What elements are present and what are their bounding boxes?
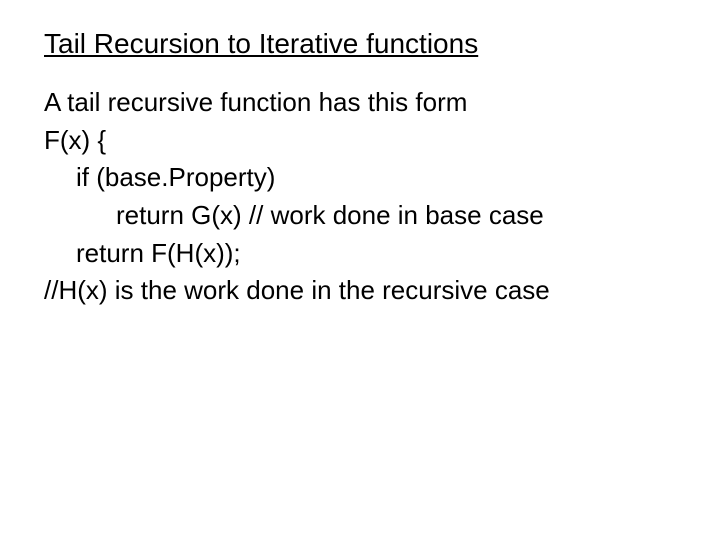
body-line-2: F(x) {	[44, 122, 676, 160]
body-line-1: A tail recursive function has this form	[44, 84, 676, 122]
body-line-5: return F(H(x));	[44, 235, 676, 273]
slide-container: Tail Recursion to Iterative functions A …	[0, 0, 720, 338]
body-line-4: return G(x) // work done in base case	[44, 197, 676, 235]
body-line-6: //H(x) is the work done in the recursive…	[44, 272, 676, 310]
body-line-3: if (base.Property)	[44, 159, 676, 197]
slide-body: A tail recursive function has this form …	[44, 84, 676, 310]
slide-title: Tail Recursion to Iterative functions	[44, 28, 676, 60]
